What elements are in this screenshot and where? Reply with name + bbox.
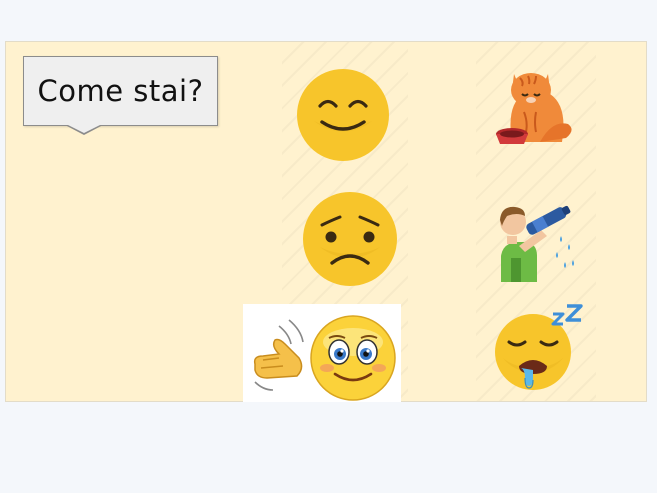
cat-eating-icon <box>496 73 572 144</box>
smiling-face-icon <box>297 69 389 161</box>
slide: Come stai? <box>5 41 647 402</box>
speech-bubble: Come stai? <box>23 56 218 126</box>
waving-face-icon <box>253 315 396 401</box>
sad-face-icon <box>303 192 397 286</box>
man-drinking-icon <box>500 205 574 282</box>
sleeping-face-icon <box>495 304 583 390</box>
bubble-text: Come stai? <box>37 74 204 108</box>
